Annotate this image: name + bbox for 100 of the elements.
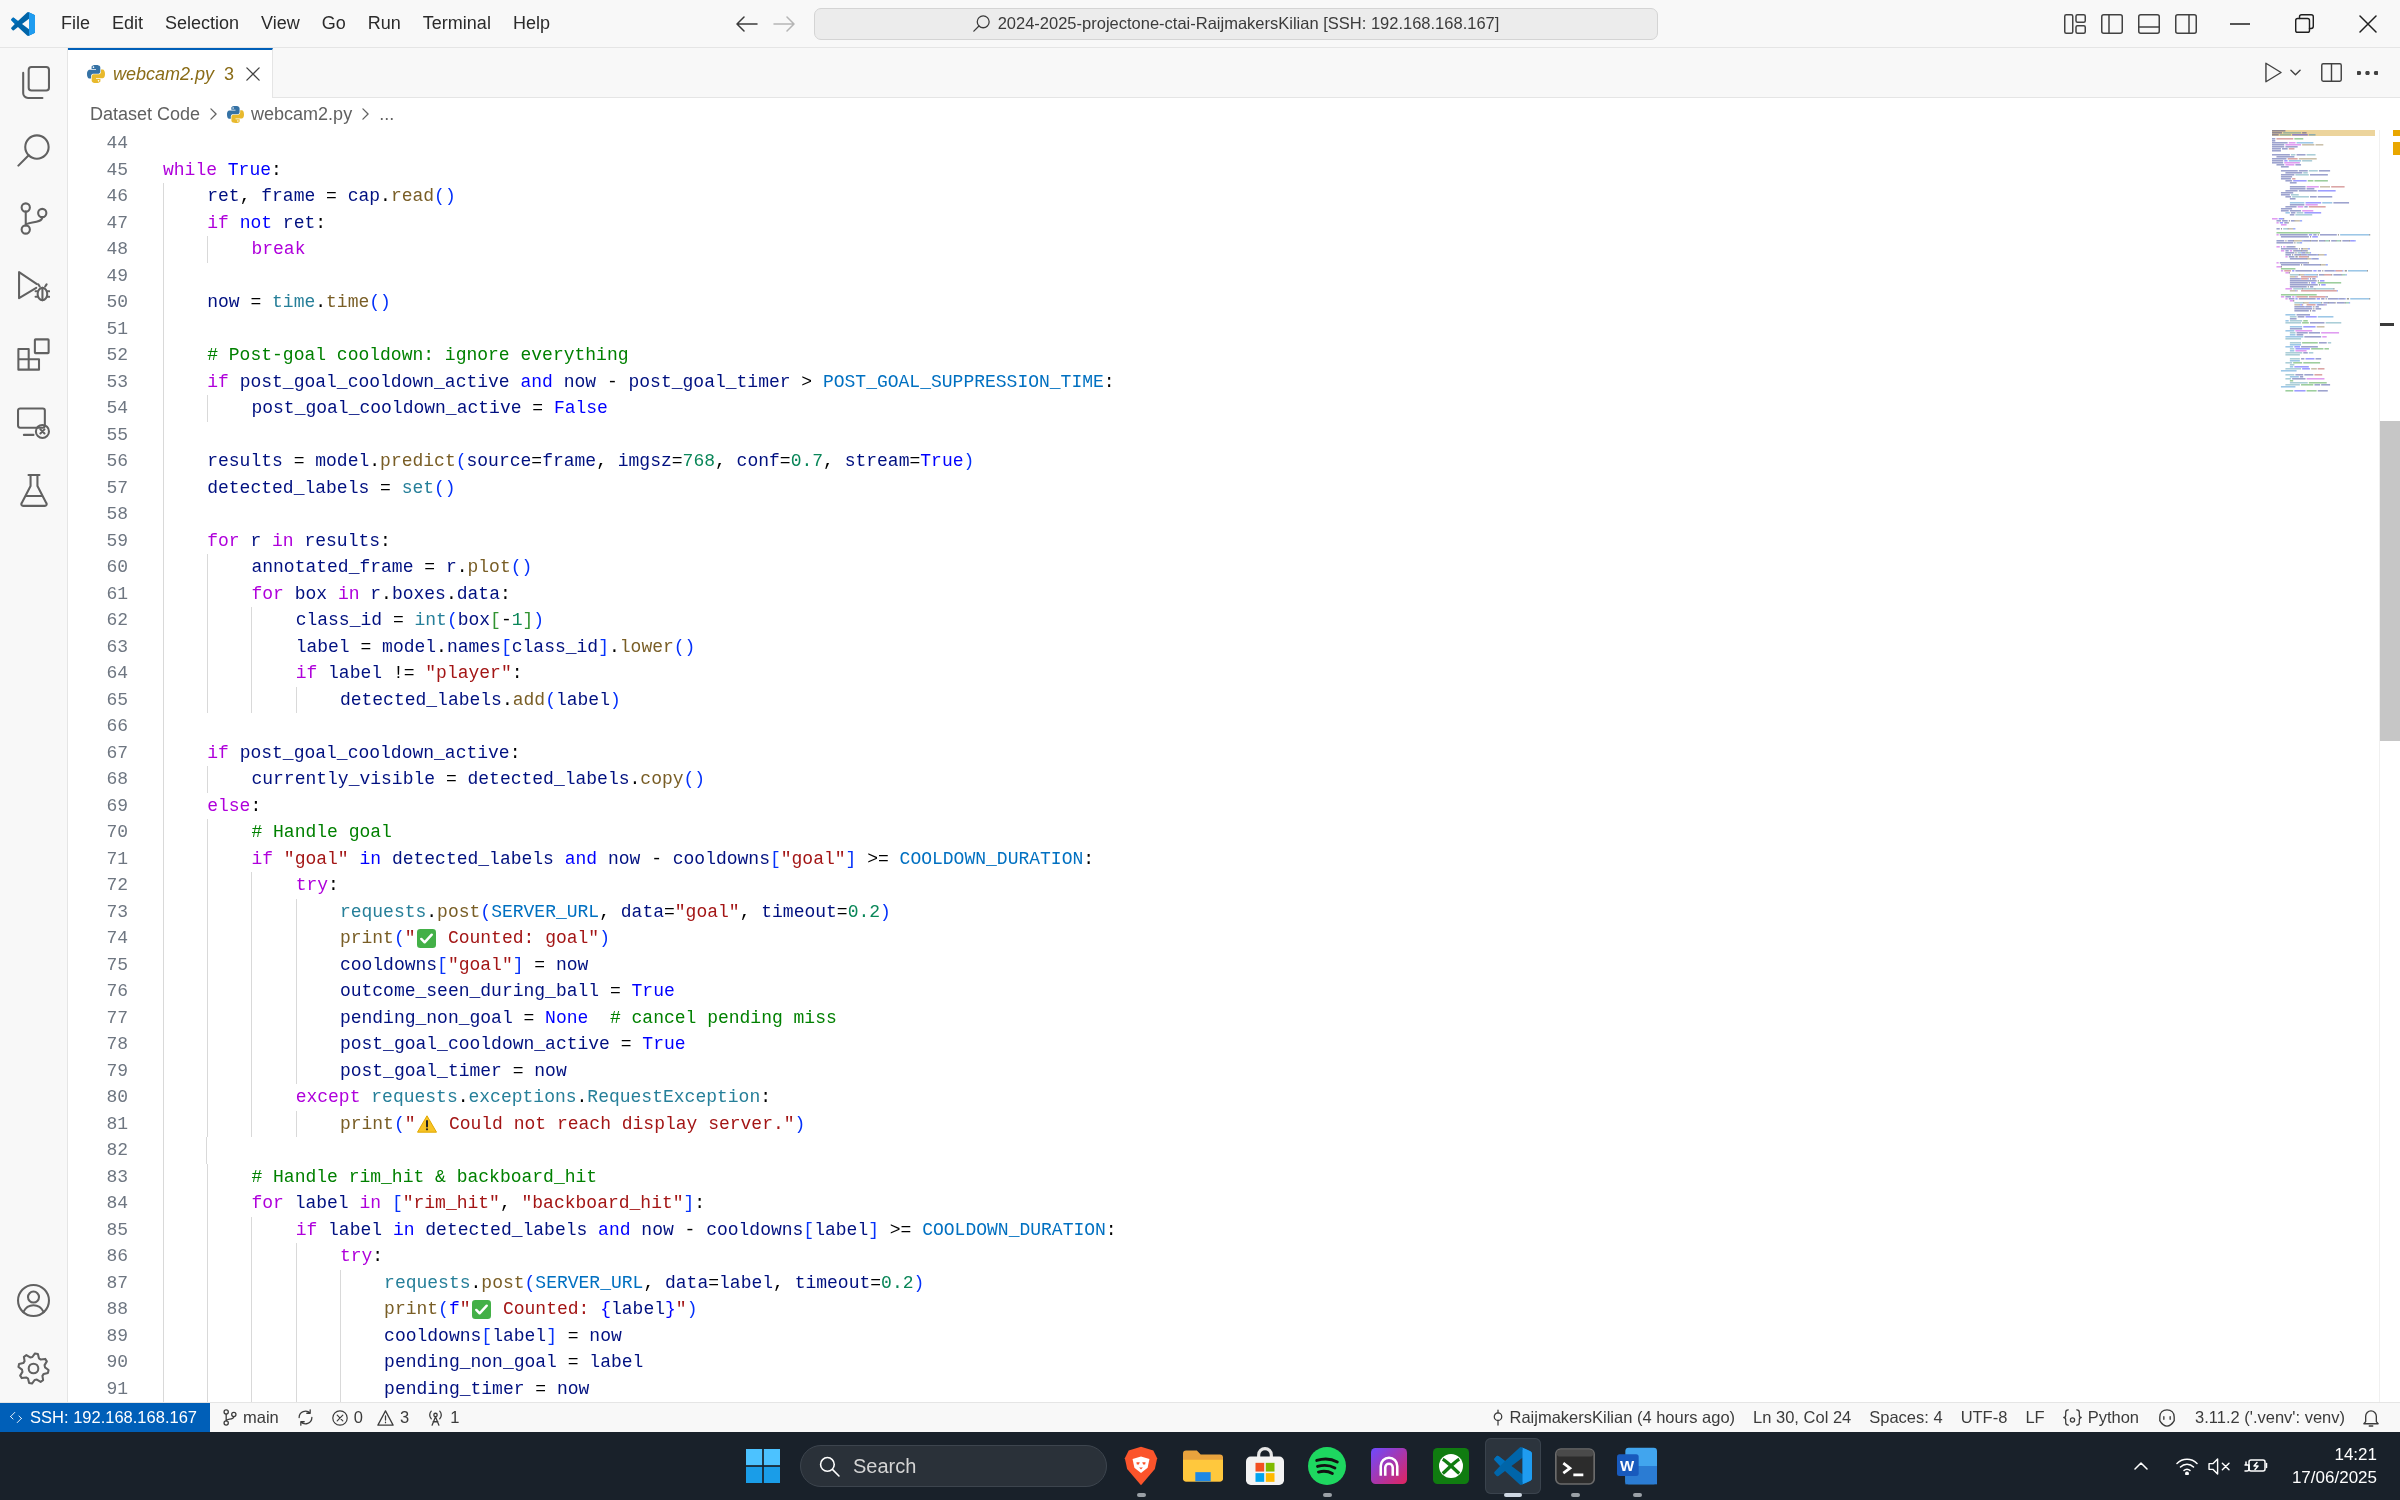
minimize-icon[interactable] xyxy=(2230,22,2250,25)
shield-app-icon[interactable] xyxy=(1124,1446,1158,1486)
editor-tab[interactable]: webcam2.py 3 xyxy=(68,48,274,98)
muted-speaker-icon[interactable] xyxy=(2207,1456,2231,1476)
status-item[interactable]: main xyxy=(214,1403,288,1432)
clock-date: 17/06/2025 xyxy=(2291,1467,2377,1489)
line-number: 85 xyxy=(106,1219,128,1240)
search-field[interactable]: Search xyxy=(800,1445,1107,1487)
problems-status[interactable]: 0 3 xyxy=(322,1403,419,1432)
line-number: 84 xyxy=(106,1193,128,1213)
status-item[interactable]: Python xyxy=(2053,1403,2148,1432)
chevron-right-icon xyxy=(210,108,218,120)
status-item[interactable]: RaijmakersKilian (4 hours ago) xyxy=(1484,1403,1745,1432)
line-number: 59 xyxy=(106,530,128,551)
app-logo-icon xyxy=(11,11,35,36)
more-icon[interactable] xyxy=(2357,70,2378,75)
chevron-down-icon[interactable] xyxy=(2290,69,2301,76)
sound-waves-icon[interactable] xyxy=(1308,1447,1346,1485)
shopping-bag-icon[interactable] xyxy=(1246,1447,1284,1485)
extensions-icon[interactable] xyxy=(17,337,50,371)
menu-item[interactable]: Run xyxy=(356,10,412,37)
code-text: post_goal_cooldown_active = False xyxy=(251,397,608,420)
run-debug-icon[interactable] xyxy=(17,269,50,303)
split-editor-icon[interactable] xyxy=(2321,63,2342,82)
code-text: print(" xyxy=(339,927,416,950)
code-text: if not ret: xyxy=(207,211,327,235)
menu-item[interactable]: Selection xyxy=(154,10,251,37)
remote-indicator[interactable]: SSH: 192.168.168.167 xyxy=(0,1403,210,1432)
status-item[interactable]: 1 xyxy=(418,1403,469,1432)
code-text: Counted: {label}") xyxy=(501,1298,698,1321)
scroll-thumb[interactable] xyxy=(2380,421,2400,741)
code-text: label = model.names[class_id].lower() xyxy=(295,635,696,659)
secondary-sidebar-toggle-icon[interactable] xyxy=(2175,13,2197,34)
folder-icon[interactable] xyxy=(1183,1449,1223,1483)
menu-item[interactable]: File xyxy=(50,10,101,37)
menu-item[interactable]: Go xyxy=(310,10,357,37)
python-file-icon xyxy=(227,105,245,123)
code-text: requests.post(SERVER_URL, data=label, timeout=0.2) xyxy=(384,1271,925,1295)
line-number: 67 xyxy=(106,742,128,763)
status-item[interactable]: Spaces: 4 xyxy=(1860,1403,1952,1432)
restore-icon[interactable] xyxy=(2294,14,2314,33)
code-text: while True: xyxy=(163,158,282,182)
settings-icon[interactable] xyxy=(17,1351,50,1385)
line-number: 62 xyxy=(106,610,128,630)
menu-item[interactable]: Terminal xyxy=(411,10,502,37)
line-number: 65 xyxy=(106,689,128,710)
search-icon[interactable] xyxy=(17,133,50,167)
line-number: 68 xyxy=(106,769,128,789)
line-number: 81 xyxy=(106,1113,128,1134)
status-item[interactable]: LF xyxy=(2016,1403,2054,1432)
code-text: for box in r.boxes.data: xyxy=(251,582,511,606)
command-center[interactable]: 2024-2025-projectone-ctai-RaijmakersKilian [SSH: 192.168.168.167] xyxy=(814,7,1658,40)
line-number: 55 xyxy=(106,424,128,445)
robot-face-icon[interactable] xyxy=(2157,1408,2177,1427)
line-number: 74 xyxy=(106,928,128,948)
breadcrumb-item[interactable]: Dataset Code xyxy=(90,103,201,125)
account-icon[interactable] xyxy=(17,1283,50,1317)
status-item[interactable]: 3.11.2 ('.venv': venv) xyxy=(2186,1403,2354,1432)
code-text: cooldowns[label] = now xyxy=(384,1324,622,1348)
monitor-icon[interactable] xyxy=(17,405,50,439)
bell-icon[interactable] xyxy=(2363,1408,2379,1427)
status-item[interactable]: Ln 30, Col 24 xyxy=(1744,1403,1861,1432)
status-item[interactable]: UTF-8 xyxy=(1951,1403,2017,1432)
line-number: 75 xyxy=(106,954,128,975)
wifi-icon[interactable] xyxy=(2175,1457,2198,1475)
menu-item[interactable]: Edit xyxy=(101,10,155,37)
sidebar-toggle-icon[interactable] xyxy=(2101,13,2123,34)
code-text: if post_goal_cooldown_active and now - post_goal_timer > POST_GOAL_SUPPRESSION_TIME: xyxy=(207,370,1115,394)
menu-item[interactable]: View xyxy=(250,10,311,37)
terminal-icon[interactable] xyxy=(1555,1447,1595,1485)
close-icon[interactable] xyxy=(2359,14,2377,33)
ribbon-logo-icon[interactable] xyxy=(1485,1438,1541,1494)
menu-item[interactable]: Help xyxy=(501,10,561,37)
code-text: if label != "player": xyxy=(295,662,523,685)
arch-app-icon[interactable] xyxy=(1371,1448,1407,1484)
back-arrow-icon[interactable] xyxy=(736,15,758,32)
start-icon[interactable] xyxy=(746,1449,780,1483)
sphere-app-icon[interactable] xyxy=(1433,1448,1469,1484)
code-text: print(" xyxy=(339,1112,416,1136)
layout-icon[interactable] xyxy=(2064,13,2086,34)
flask-icon[interactable] xyxy=(19,473,48,507)
line-number: 69 xyxy=(106,795,128,816)
battery-charging-icon[interactable] xyxy=(2243,1457,2268,1475)
branch-icon[interactable] xyxy=(19,201,48,235)
chevron-right-icon xyxy=(362,108,370,120)
line-number: 87 xyxy=(106,1272,128,1293)
sync-icon[interactable] xyxy=(296,1409,314,1426)
chevron-up-icon[interactable] xyxy=(2133,1462,2148,1470)
panel-toggle-icon[interactable] xyxy=(2138,13,2160,34)
clock-time: 14:21 xyxy=(2334,1444,2377,1466)
search-icon xyxy=(819,1456,840,1477)
breadcrumb-item[interactable]: webcam2.py xyxy=(227,103,353,125)
branch-icon xyxy=(223,1409,237,1426)
code-text: detected_labels.add(label) xyxy=(339,688,621,712)
breadcrumb-item[interactable]: ... xyxy=(379,103,395,125)
code-text: pending_timer = now xyxy=(384,1377,590,1401)
code-text: pending_non_goal = None # cancel pending miss xyxy=(339,1006,837,1030)
run-icon[interactable] xyxy=(2265,62,2282,83)
code-text: print(f" xyxy=(384,1298,471,1321)
close-icon[interactable] xyxy=(246,67,261,81)
